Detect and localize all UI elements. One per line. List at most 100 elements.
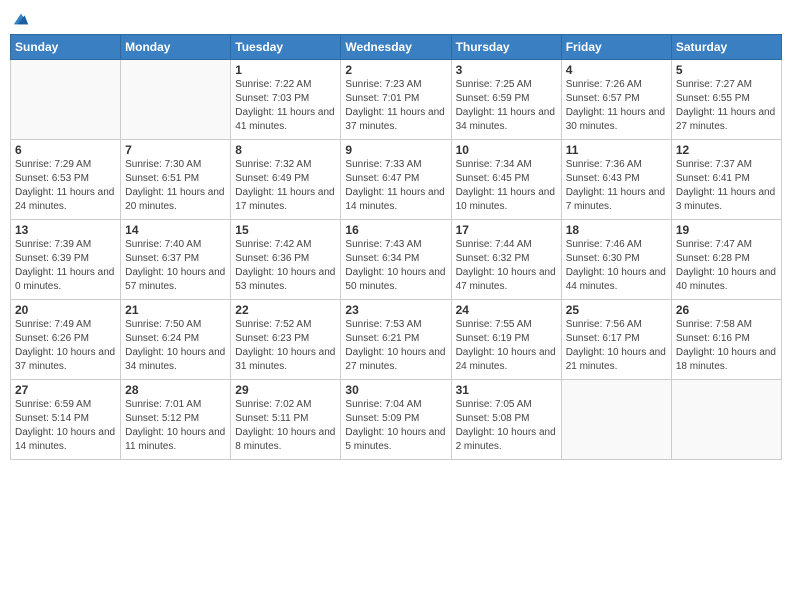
day-info: Sunrise: 7:27 AMSunset: 6:55 PMDaylight:… bbox=[676, 78, 777, 134]
day-info: Sunrise: 7:32 AMSunset: 6:49 PMDaylight:… bbox=[235, 158, 336, 214]
day-number: 31 bbox=[456, 383, 557, 397]
day-info: Sunrise: 7:22 AMSunset: 7:03 PMDaylight:… bbox=[235, 78, 336, 134]
calendar-cell: 31Sunrise: 7:05 AMSunset: 5:08 PMDayligh… bbox=[451, 380, 561, 460]
calendar-cell: 30Sunrise: 7:04 AMSunset: 5:09 PMDayligh… bbox=[341, 380, 451, 460]
day-number: 22 bbox=[235, 303, 336, 317]
calendar-header-row: SundayMondayTuesdayWednesdayThursdayFrid… bbox=[11, 35, 782, 60]
calendar-cell: 2Sunrise: 7:23 AMSunset: 7:01 PMDaylight… bbox=[341, 60, 451, 140]
day-number: 9 bbox=[345, 143, 446, 157]
day-info: Sunrise: 7:58 AMSunset: 6:16 PMDaylight:… bbox=[676, 318, 777, 374]
logo bbox=[10, 10, 30, 28]
calendar-day-header: Sunday bbox=[11, 35, 121, 60]
day-number: 17 bbox=[456, 223, 557, 237]
calendar-week-row: 27Sunrise: 6:59 AMSunset: 5:14 PMDayligh… bbox=[11, 380, 782, 460]
day-info: Sunrise: 7:33 AMSunset: 6:47 PMDaylight:… bbox=[345, 158, 446, 214]
calendar-cell: 12Sunrise: 7:37 AMSunset: 6:41 PMDayligh… bbox=[671, 140, 781, 220]
calendar-cell bbox=[11, 60, 121, 140]
page-header bbox=[10, 10, 782, 28]
day-number: 20 bbox=[15, 303, 116, 317]
calendar-cell: 3Sunrise: 7:25 AMSunset: 6:59 PMDaylight… bbox=[451, 60, 561, 140]
calendar-cell: 10Sunrise: 7:34 AMSunset: 6:45 PMDayligh… bbox=[451, 140, 561, 220]
day-number: 21 bbox=[125, 303, 226, 317]
calendar-cell: 28Sunrise: 7:01 AMSunset: 5:12 PMDayligh… bbox=[121, 380, 231, 460]
calendar-cell: 26Sunrise: 7:58 AMSunset: 6:16 PMDayligh… bbox=[671, 300, 781, 380]
calendar-cell: 18Sunrise: 7:46 AMSunset: 6:30 PMDayligh… bbox=[561, 220, 671, 300]
day-number: 18 bbox=[566, 223, 667, 237]
day-number: 7 bbox=[125, 143, 226, 157]
day-info: Sunrise: 7:53 AMSunset: 6:21 PMDaylight:… bbox=[345, 318, 446, 374]
day-number: 10 bbox=[456, 143, 557, 157]
day-number: 28 bbox=[125, 383, 226, 397]
day-info: Sunrise: 6:59 AMSunset: 5:14 PMDaylight:… bbox=[15, 398, 116, 454]
day-number: 4 bbox=[566, 63, 667, 77]
calendar-cell bbox=[121, 60, 231, 140]
calendar-cell: 22Sunrise: 7:52 AMSunset: 6:23 PMDayligh… bbox=[231, 300, 341, 380]
day-info: Sunrise: 7:39 AMSunset: 6:39 PMDaylight:… bbox=[15, 238, 116, 294]
calendar-day-header: Tuesday bbox=[231, 35, 341, 60]
day-number: 19 bbox=[676, 223, 777, 237]
calendar-cell: 1Sunrise: 7:22 AMSunset: 7:03 PMDaylight… bbox=[231, 60, 341, 140]
calendar-cell: 16Sunrise: 7:43 AMSunset: 6:34 PMDayligh… bbox=[341, 220, 451, 300]
day-info: Sunrise: 7:37 AMSunset: 6:41 PMDaylight:… bbox=[676, 158, 777, 214]
calendar-cell: 6Sunrise: 7:29 AMSunset: 6:53 PMDaylight… bbox=[11, 140, 121, 220]
day-info: Sunrise: 7:30 AMSunset: 6:51 PMDaylight:… bbox=[125, 158, 226, 214]
calendar-cell: 7Sunrise: 7:30 AMSunset: 6:51 PMDaylight… bbox=[121, 140, 231, 220]
day-number: 2 bbox=[345, 63, 446, 77]
day-number: 15 bbox=[235, 223, 336, 237]
calendar-cell: 14Sunrise: 7:40 AMSunset: 6:37 PMDayligh… bbox=[121, 220, 231, 300]
day-number: 1 bbox=[235, 63, 336, 77]
calendar-day-header: Wednesday bbox=[341, 35, 451, 60]
day-info: Sunrise: 7:29 AMSunset: 6:53 PMDaylight:… bbox=[15, 158, 116, 214]
calendar-week-row: 20Sunrise: 7:49 AMSunset: 6:26 PMDayligh… bbox=[11, 300, 782, 380]
logo-icon bbox=[12, 10, 30, 28]
day-number: 5 bbox=[676, 63, 777, 77]
day-info: Sunrise: 7:05 AMSunset: 5:08 PMDaylight:… bbox=[456, 398, 557, 454]
day-number: 24 bbox=[456, 303, 557, 317]
calendar-cell: 13Sunrise: 7:39 AMSunset: 6:39 PMDayligh… bbox=[11, 220, 121, 300]
day-number: 27 bbox=[15, 383, 116, 397]
calendar-cell: 27Sunrise: 6:59 AMSunset: 5:14 PMDayligh… bbox=[11, 380, 121, 460]
day-number: 12 bbox=[676, 143, 777, 157]
day-number: 14 bbox=[125, 223, 226, 237]
calendar-cell: 17Sunrise: 7:44 AMSunset: 6:32 PMDayligh… bbox=[451, 220, 561, 300]
day-info: Sunrise: 7:56 AMSunset: 6:17 PMDaylight:… bbox=[566, 318, 667, 374]
day-info: Sunrise: 7:49 AMSunset: 6:26 PMDaylight:… bbox=[15, 318, 116, 374]
day-number: 3 bbox=[456, 63, 557, 77]
calendar-cell: 21Sunrise: 7:50 AMSunset: 6:24 PMDayligh… bbox=[121, 300, 231, 380]
calendar-cell: 23Sunrise: 7:53 AMSunset: 6:21 PMDayligh… bbox=[341, 300, 451, 380]
day-info: Sunrise: 7:23 AMSunset: 7:01 PMDaylight:… bbox=[345, 78, 446, 134]
day-number: 29 bbox=[235, 383, 336, 397]
calendar-cell: 15Sunrise: 7:42 AMSunset: 6:36 PMDayligh… bbox=[231, 220, 341, 300]
calendar-day-header: Monday bbox=[121, 35, 231, 60]
day-number: 16 bbox=[345, 223, 446, 237]
calendar-cell: 25Sunrise: 7:56 AMSunset: 6:17 PMDayligh… bbox=[561, 300, 671, 380]
calendar-cell: 5Sunrise: 7:27 AMSunset: 6:55 PMDaylight… bbox=[671, 60, 781, 140]
day-info: Sunrise: 7:47 AMSunset: 6:28 PMDaylight:… bbox=[676, 238, 777, 294]
calendar-cell bbox=[561, 380, 671, 460]
calendar-cell: 4Sunrise: 7:26 AMSunset: 6:57 PMDaylight… bbox=[561, 60, 671, 140]
calendar-week-row: 6Sunrise: 7:29 AMSunset: 6:53 PMDaylight… bbox=[11, 140, 782, 220]
day-info: Sunrise: 7:46 AMSunset: 6:30 PMDaylight:… bbox=[566, 238, 667, 294]
day-info: Sunrise: 7:34 AMSunset: 6:45 PMDaylight:… bbox=[456, 158, 557, 214]
calendar-cell: 29Sunrise: 7:02 AMSunset: 5:11 PMDayligh… bbox=[231, 380, 341, 460]
day-number: 30 bbox=[345, 383, 446, 397]
calendar-day-header: Saturday bbox=[671, 35, 781, 60]
day-number: 26 bbox=[676, 303, 777, 317]
day-info: Sunrise: 7:55 AMSunset: 6:19 PMDaylight:… bbox=[456, 318, 557, 374]
day-info: Sunrise: 7:25 AMSunset: 6:59 PMDaylight:… bbox=[456, 78, 557, 134]
calendar-cell: 11Sunrise: 7:36 AMSunset: 6:43 PMDayligh… bbox=[561, 140, 671, 220]
calendar-day-header: Friday bbox=[561, 35, 671, 60]
calendar-week-row: 1Sunrise: 7:22 AMSunset: 7:03 PMDaylight… bbox=[11, 60, 782, 140]
day-number: 8 bbox=[235, 143, 336, 157]
day-info: Sunrise: 7:26 AMSunset: 6:57 PMDaylight:… bbox=[566, 78, 667, 134]
day-info: Sunrise: 7:50 AMSunset: 6:24 PMDaylight:… bbox=[125, 318, 226, 374]
day-info: Sunrise: 7:04 AMSunset: 5:09 PMDaylight:… bbox=[345, 398, 446, 454]
day-info: Sunrise: 7:01 AMSunset: 5:12 PMDaylight:… bbox=[125, 398, 226, 454]
calendar-cell bbox=[671, 380, 781, 460]
day-info: Sunrise: 7:02 AMSunset: 5:11 PMDaylight:… bbox=[235, 398, 336, 454]
calendar-cell: 19Sunrise: 7:47 AMSunset: 6:28 PMDayligh… bbox=[671, 220, 781, 300]
day-number: 11 bbox=[566, 143, 667, 157]
day-info: Sunrise: 7:44 AMSunset: 6:32 PMDaylight:… bbox=[456, 238, 557, 294]
day-number: 13 bbox=[15, 223, 116, 237]
day-info: Sunrise: 7:43 AMSunset: 6:34 PMDaylight:… bbox=[345, 238, 446, 294]
